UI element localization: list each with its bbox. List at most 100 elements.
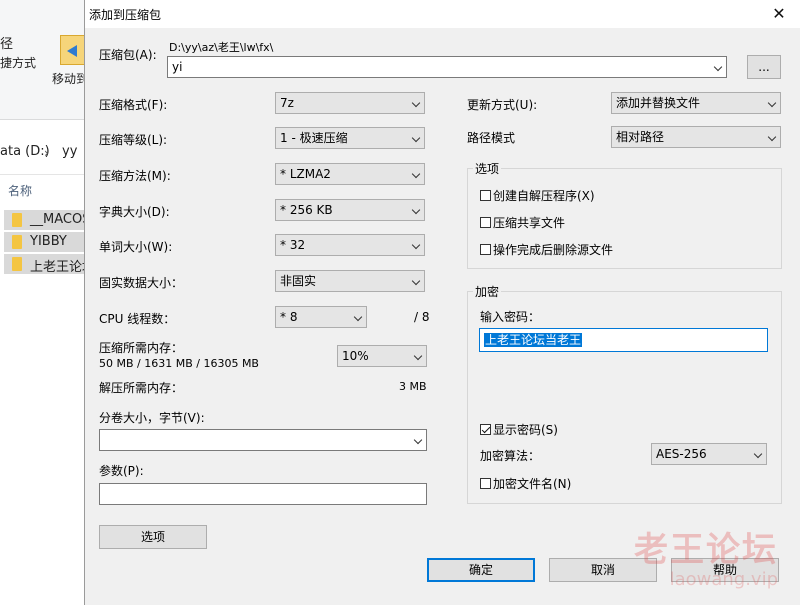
method-value: * LZMA2 [280, 167, 331, 181]
show-password-checkbox[interactable]: 显示密码(S) [480, 421, 558, 438]
folder-icon [12, 257, 22, 271]
delete-after-checkbox-label: 操作完成后删除源文件 [493, 243, 614, 257]
chevron-down-icon [411, 240, 421, 250]
archive-name-combo[interactable]: yi [167, 56, 727, 78]
options-group-title: 选项 [473, 160, 502, 177]
solid-size-label: 固实数据大小： [99, 276, 184, 290]
close-icon[interactable]: ✕ [765, 3, 793, 25]
password-value: 上老王论坛当老王 [484, 333, 583, 347]
watermark-en: laowang.vip [669, 569, 778, 590]
archive-name-value: yi [172, 60, 183, 74]
dict-size-label: 字典大小(D): [99, 205, 170, 219]
chevron-down-icon [767, 132, 777, 142]
chevron-down-icon [713, 62, 723, 72]
path-mode-label: 路径模式 [467, 131, 516, 145]
shared-files-checkbox[interactable]: 压缩共享文件 [480, 214, 565, 231]
solid-size-value: 非固实 [280, 274, 317, 288]
column-header-name[interactable]: 名称 [8, 182, 32, 199]
solid-size-select[interactable]: 非固实 [275, 270, 425, 292]
encryption-method-select[interactable]: AES-256 [651, 443, 767, 465]
dialog-title: 添加到压缩包 [89, 8, 162, 22]
folder-icon [12, 213, 22, 227]
encryption-group-title: 加密 [473, 283, 502, 300]
move-to-icon[interactable] [60, 35, 86, 65]
ok-button[interactable]: 确定 [427, 558, 535, 582]
move-to-label[interactable]: 移动到 [52, 70, 88, 87]
show-password-label: 显示密码(S) [493, 423, 558, 437]
update-mode-label: 更新方式(U): [467, 98, 538, 112]
list-item[interactable]: YIBBY [4, 232, 90, 252]
chevron-right-icon: › [44, 146, 49, 160]
compress-memory-label: 压缩所需内存： [99, 341, 184, 355]
cpu-threads-value: * 8 [280, 310, 298, 324]
checkbox-icon [480, 217, 491, 228]
parameters-input[interactable] [99, 483, 427, 505]
archive-path: D:\yy\az\老王\lw\fx\ [169, 41, 274, 54]
chevron-down-icon [411, 133, 421, 143]
checkbox-icon [480, 244, 491, 255]
encrypt-filenames-label: 加密文件名(N) [493, 477, 572, 491]
path-mode-select[interactable]: 相对路径 [611, 126, 781, 148]
chevron-down-icon [753, 449, 763, 459]
file-explorer-window: 径 捷方式 移动到 ata (D:) › yy 名称 __MACOS YIBBY… [0, 0, 90, 605]
chevron-down-icon [413, 351, 423, 361]
memory-percent-select[interactable]: 10% [337, 345, 427, 367]
checkbox-checked-icon [480, 424, 491, 435]
dict-size-select[interactable]: * 256 KB [275, 199, 425, 221]
password-input[interactable]: 上老王论坛当老王 [479, 328, 768, 352]
decompress-memory-value: 3 MB [399, 380, 427, 393]
word-size-select[interactable]: * 32 [275, 234, 425, 256]
watermark: 老王论坛 laowang.vip [634, 530, 778, 590]
chevron-down-icon [411, 276, 421, 286]
cpu-threads-total: / 8 [414, 310, 430, 324]
encrypt-filenames-checkbox[interactable]: 加密文件名(N) [480, 475, 571, 492]
browse-button[interactable]: ... [747, 55, 781, 79]
word-size-value: * 32 [280, 238, 306, 252]
chevron-down-icon [413, 435, 423, 445]
split-volume-combo[interactable] [99, 429, 427, 451]
compress-memory-detail: 50 MB / 1631 MB / 16305 MB [99, 357, 259, 370]
delete-after-checkbox[interactable]: 操作完成后删除源文件 [480, 241, 613, 258]
cpu-threads-select[interactable]: * 8 [275, 306, 367, 328]
list-item[interactable]: __MACOS [4, 210, 90, 230]
format-value: 7z [280, 96, 294, 110]
chevron-down-icon [411, 205, 421, 215]
address-drive[interactable]: ata (D:) [0, 144, 50, 159]
list-item[interactable]: 上老王论坛 [4, 254, 90, 275]
list-item-label: 上老王论坛 [30, 260, 90, 275]
watermark-cn: 老王论坛 [634, 530, 778, 570]
ribbon-text: 径 [0, 37, 14, 52]
sfx-checkbox[interactable]: 创建自解压程序(X) [480, 187, 595, 204]
level-select[interactable]: 1 - 极速压缩 [275, 127, 425, 149]
format-label: 压缩格式(F): [99, 98, 168, 112]
split-volume-label: 分卷大小，字节(V): [99, 411, 205, 425]
encryption-method-value: AES-256 [656, 447, 707, 461]
decompress-memory-label: 解压所需内存： [99, 381, 184, 395]
list-item-label: __MACOS [30, 212, 90, 227]
chevron-down-icon [411, 169, 421, 179]
format-select[interactable]: 7z [275, 92, 425, 114]
options-button[interactable]: 选项 [99, 525, 207, 549]
archive-label: 压缩包(A): [99, 48, 157, 62]
update-mode-select[interactable]: 添加并替换文件 [611, 92, 781, 114]
add-to-archive-dialog: 添加到压缩包 ✕ 压缩包(A): D:\yy\az\老王\lw\fx\ yi .… [84, 0, 800, 605]
word-size-label: 单词大小(W): [99, 240, 173, 254]
explorer-ribbon: 径 捷方式 移动到 [0, 0, 90, 120]
checkbox-icon [480, 478, 491, 489]
chevron-down-icon [767, 98, 777, 108]
level-value: 1 - 极速压缩 [280, 131, 348, 145]
method-select[interactable]: * LZMA2 [275, 163, 425, 185]
title-bar[interactable]: 添加到压缩包 ✕ [85, 0, 800, 28]
path-mode-value: 相对路径 [616, 130, 665, 144]
memory-percent-value: 10% [342, 349, 369, 363]
folder-icon [12, 235, 22, 249]
chevron-down-icon [411, 98, 421, 108]
ribbon-shortcut-text: 捷方式 [0, 56, 37, 70]
password-label: 输入密码： [480, 310, 541, 324]
level-label: 压缩等级(L): [99, 133, 168, 147]
checkbox-icon [480, 190, 491, 201]
address-folder[interactable]: yy [62, 144, 77, 159]
chevron-down-icon [353, 312, 363, 322]
parameters-label: 参数(P): [99, 464, 144, 478]
shared-files-checkbox-label: 压缩共享文件 [493, 216, 566, 230]
